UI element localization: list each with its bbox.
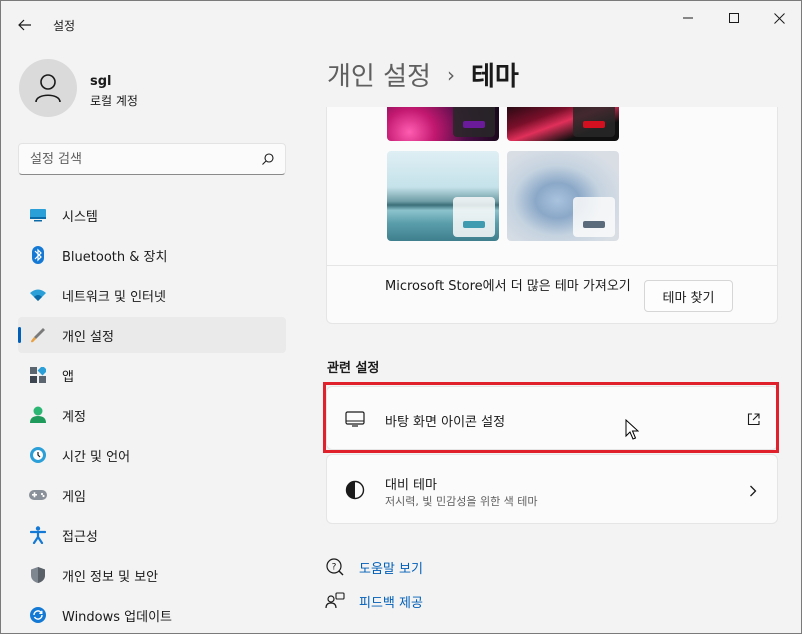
card-subtitle: 저시력, 빛 민감성을 위한 색 테마: [385, 495, 538, 508]
get-help-link[interactable]: ? 도움말 보기: [325, 556, 423, 578]
accessibility-icon: [28, 525, 48, 545]
user-icon: [35, 74, 61, 103]
page-title: 테마: [470, 62, 519, 92]
sidebar-item-label: Windows 업데이트: [62, 609, 173, 625]
card-title: 대비 테마: [385, 478, 437, 493]
sidebar-item-apps[interactable]: 앱: [18, 357, 286, 393]
accounts-icon: [28, 405, 48, 425]
give-feedback-link[interactable]: 피드백 제공: [325, 590, 423, 612]
desktop-icon: [345, 409, 365, 429]
sidebar-item-system[interactable]: 시스템: [18, 197, 286, 233]
maximize-button[interactable]: [711, 1, 757, 35]
gaming-icon: [28, 485, 48, 505]
sidebar-item-accounts[interactable]: 계정: [18, 397, 286, 433]
sidebar-item-label: 시간 및 언어: [62, 449, 131, 465]
theme-accent-chip: [573, 197, 615, 237]
theme-accent-chip: [453, 197, 495, 237]
open-external-icon: [745, 411, 761, 427]
themes-card: Microsoft Store에서 더 많은 테마 가져오기 테마 찾기: [326, 107, 778, 324]
minimize-icon: [683, 17, 693, 19]
sidebar-item-network[interactable]: 네트워크 및 인터넷: [18, 277, 286, 313]
browse-themes-button[interactable]: 테마 찾기: [644, 280, 733, 312]
theme-thumbnail-flow[interactable]: [507, 107, 619, 141]
give-feedback-label: 피드백 제공: [359, 595, 423, 611]
sidebar-item-label: 네트워크 및 인터넷: [62, 289, 166, 305]
back-button[interactable]: [11, 11, 39, 39]
sidebar-item-accessibility[interactable]: 접근성: [18, 517, 286, 553]
back-arrow-icon: [18, 19, 31, 31]
breadcrumb-separator: ›: [446, 62, 455, 87]
sidebar-nav: 시스템 Bluetooth & 장치 네트워크 및 인터넷 개인 설정 앱 계정…: [18, 197, 286, 633]
theme-thumbnail-sunrise[interactable]: [507, 151, 619, 241]
get-help-label: 도움말 보기: [359, 561, 423, 577]
search-box: [18, 143, 286, 175]
personalization-icon: [28, 325, 48, 345]
close-icon: [773, 12, 785, 24]
theme-thumbnail-captured-motion[interactable]: [387, 151, 499, 241]
network-icon: [28, 285, 48, 305]
sidebar-item-label: 시스템: [62, 209, 98, 225]
sidebar-item-windows-update[interactable]: Windows 업데이트: [18, 597, 286, 633]
settings-window: 설정 sgl 로컬 계정 시스템 Bluetooth & 장치 네트워크: [0, 0, 802, 634]
close-button[interactable]: [756, 1, 801, 35]
breadcrumb-parent[interactable]: 개인 설정: [327, 56, 431, 93]
feedback-icon: [325, 591, 345, 611]
mouse-cursor-icon: [625, 419, 639, 440]
sidebar-item-gaming[interactable]: 게임: [18, 477, 286, 513]
app-title: 설정: [53, 19, 76, 33]
sidebar-item-label: 계정: [62, 409, 86, 425]
divider: [327, 265, 777, 266]
card-title: 바탕 화면 아이콘 설정: [385, 415, 506, 430]
update-icon: [28, 605, 48, 625]
theme-thumbnail-glow[interactable]: [387, 107, 499, 141]
profile-name: sgl: [90, 74, 112, 89]
sidebar-item-privacy[interactable]: 개인 정보 및 보안: [18, 557, 286, 593]
svg-text:?: ?: [332, 563, 337, 573]
sidebar-item-label: 개인 정보 및 보안: [62, 569, 159, 585]
contrast-icon: [345, 480, 365, 500]
breadcrumb: 개인 설정 › 테마: [327, 56, 519, 93]
sidebar-item-label: 앱: [62, 369, 74, 385]
minimize-button[interactable]: [665, 1, 711, 35]
sidebar-item-label: 접근성: [62, 529, 98, 545]
sidebar-item-time-language[interactable]: 시간 및 언어: [18, 437, 286, 473]
maximize-icon: [729, 13, 739, 23]
sidebar-item-bluetooth[interactable]: Bluetooth & 장치: [18, 237, 286, 273]
profile-account-type: 로컬 계정: [90, 94, 138, 108]
avatar[interactable]: [19, 59, 77, 117]
sidebar-item-label: 개인 설정: [62, 329, 114, 345]
search-input[interactable]: [19, 144, 239, 174]
theme-accent-chip: [573, 107, 615, 137]
search-icon[interactable]: [261, 152, 275, 166]
title-bar: 설정: [1, 1, 801, 47]
time-language-icon: [28, 445, 48, 465]
sidebar-item-label: 게임: [62, 489, 86, 505]
privacy-icon: [28, 565, 48, 585]
sidebar-item-personalization[interactable]: 개인 설정: [18, 317, 286, 353]
chevron-right-icon: [745, 483, 761, 499]
help-icon: ?: [325, 557, 345, 577]
theme-accent-chip: [453, 107, 495, 137]
contrast-themes-card[interactable]: 대비 테마 저시력, 빛 민감성을 위한 색 테마: [326, 454, 778, 524]
related-settings-heading: 관련 설정: [327, 361, 380, 376]
desktop-icon-settings-card[interactable]: 바탕 화면 아이콘 설정: [326, 386, 778, 450]
sidebar-item-label: Bluetooth & 장치: [62, 249, 168, 265]
bluetooth-icon: [28, 245, 48, 265]
store-promo-text: Microsoft Store에서 더 많은 테마 가져오기: [385, 279, 631, 294]
system-icon: [28, 205, 48, 225]
apps-icon: [28, 365, 48, 385]
